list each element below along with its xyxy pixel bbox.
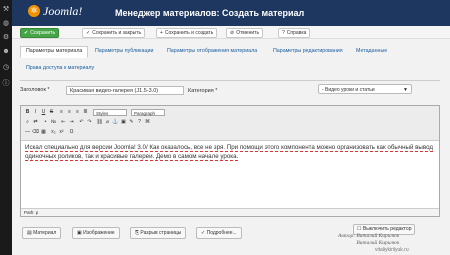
toggle-icon: ☐ xyxy=(357,226,362,232)
editor: B I U S ≡ ≡ ≡ ≣ Styles Paragraph ⌕ ⇄ • №… xyxy=(20,105,440,217)
horizontal-rule-icon[interactable]: — xyxy=(24,129,31,136)
search-icon[interactable]: ⌕ xyxy=(24,119,31,126)
globe-icon[interactable]: ◍ xyxy=(2,20,10,28)
article-icon: ▤ xyxy=(27,230,32,236)
cancel-icon: ⊘ xyxy=(230,30,235,36)
image-icon: ▣ xyxy=(77,230,82,236)
help-button[interactable]: ? Справка xyxy=(278,28,311,38)
unlink-icon[interactable]: ⌀ xyxy=(104,119,111,126)
toolbar: ✔ Сохранить ✓ Сохранить и закрыть + Сохрани… xyxy=(12,26,450,39)
save-close-button[interactable]: ✓ Сохранить и закрыть xyxy=(82,28,146,38)
check-icon: ✓ xyxy=(86,30,91,36)
title-input[interactable]: Красивая видео-галерея (J1.5-3.0) xyxy=(66,86,184,95)
outdent-icon[interactable]: ⇤ xyxy=(60,119,67,126)
tab-article-params[interactable]: Параметры материала xyxy=(20,46,89,58)
clock-icon[interactable]: ◷ xyxy=(2,64,10,72)
save-new-button[interactable]: + Сохранить и создать xyxy=(156,28,218,38)
read-more-button[interactable]: ✓ Подробнее... xyxy=(196,227,242,239)
save-button[interactable]: ✔ Сохранить xyxy=(20,28,60,38)
align-center-icon[interactable]: ≡ xyxy=(66,109,73,116)
watermark-site: vitaliykirilyuk.ru xyxy=(375,247,409,253)
align-right-icon[interactable]: ≡ xyxy=(74,109,81,116)
joomla-logo-icon: ✲ xyxy=(28,5,40,17)
tab-permissions[interactable]: Права доступа к материалу xyxy=(26,64,94,73)
header-bar: ✲ Joomla! Менеджер материалов: Создать м… xyxy=(12,0,450,26)
undo-icon[interactable]: ↶ xyxy=(78,119,85,126)
logo-text: Joomla! xyxy=(43,4,83,18)
plus-icon: + xyxy=(160,30,163,36)
bullet-list-icon[interactable]: • xyxy=(42,119,49,126)
page-title: Менеджер материалов: Создать материал xyxy=(115,8,305,18)
indent-icon[interactable]: ⇥ xyxy=(68,119,75,126)
numbered-list-icon[interactable]: № xyxy=(50,119,57,126)
help-icon: ? xyxy=(282,30,285,36)
page-break-button[interactable]: ⎘ Разрыв страницы xyxy=(130,227,187,239)
check-icon: ✔ xyxy=(24,30,29,36)
redo-icon[interactable]: ↷ xyxy=(86,119,93,126)
bold-icon[interactable]: B xyxy=(24,109,31,116)
tab-bar: Параметры материала Параметры публикации… xyxy=(20,46,440,81)
image-button[interactable]: ▣ Изображение xyxy=(72,227,120,239)
visual-aid-icon[interactable]: ▦ xyxy=(40,129,47,136)
author-watermark: Автор: Виталий Кирилюк Виталий Кирилюк xyxy=(338,233,400,246)
chevron-down-icon: ▼ xyxy=(403,87,408,93)
paragraph-select[interactable]: Paragraph xyxy=(131,109,165,116)
remove-format-icon[interactable]: ⌫ xyxy=(32,129,39,136)
anchor-icon[interactable]: ⚓ xyxy=(112,119,119,126)
strikethrough-icon[interactable]: S xyxy=(48,109,55,116)
tab-display-options[interactable]: Параметры отображения материала xyxy=(167,47,257,56)
editor-path: Path: p xyxy=(21,208,439,216)
special-char-icon[interactable]: Ω xyxy=(68,129,75,136)
link-icon[interactable]: ⛓ xyxy=(96,119,103,126)
user-icon[interactable]: ☻ xyxy=(2,48,10,56)
info-icon[interactable]: ⓘ xyxy=(2,80,10,88)
image-icon[interactable]: ▣ xyxy=(120,119,127,126)
gear-icon[interactable]: ⚙ xyxy=(2,34,10,42)
html-icon[interactable]: ⌘ xyxy=(144,119,151,126)
underline-icon[interactable]: U xyxy=(40,109,47,116)
read-more-icon: ✓ xyxy=(201,230,206,236)
justify-icon[interactable]: ≣ xyxy=(82,109,89,116)
editor-toolbar: B I U S ≡ ≡ ≡ ≣ Styles Paragraph ⌕ ⇄ • №… xyxy=(21,106,439,141)
superscript-icon[interactable]: x² xyxy=(58,129,65,136)
cleanup-icon[interactable]: ✎ xyxy=(128,119,135,126)
replace-icon[interactable]: ⇄ xyxy=(32,119,39,126)
tab-publishing[interactable]: Параметры публикации xyxy=(95,47,153,56)
wrench-icon[interactable]: ⚒ xyxy=(2,6,10,14)
styles-select[interactable]: Styles xyxy=(93,109,127,116)
align-left-icon[interactable]: ≡ xyxy=(58,109,65,116)
subscript-icon[interactable]: x₂ xyxy=(50,129,57,136)
italic-icon[interactable]: I xyxy=(32,109,39,116)
help-icon[interactable]: ? xyxy=(136,119,143,126)
category-label: Категория * xyxy=(188,88,218,94)
cancel-button[interactable]: ⊘ Отменить xyxy=(226,28,264,38)
page-break-icon: ⎘ xyxy=(135,230,140,236)
left-rail: ⚒ ◍ ⚙ ☻ ◷ ⓘ xyxy=(0,0,12,255)
title-label: Заголовок * xyxy=(20,87,50,93)
tab-metadata[interactable]: Метаданные xyxy=(356,47,387,56)
category-select[interactable]: - Видео уроки и статьи ▼ xyxy=(318,84,412,94)
article-button[interactable]: ▤ Материал xyxy=(22,227,62,239)
editor-content[interactable]: Искал специально для версии Joomla! 3.0/… xyxy=(25,143,435,161)
tab-editing-params[interactable]: Параметры редактирования xyxy=(273,47,343,56)
joomla-logo[interactable]: ✲ Joomla! xyxy=(28,4,82,19)
